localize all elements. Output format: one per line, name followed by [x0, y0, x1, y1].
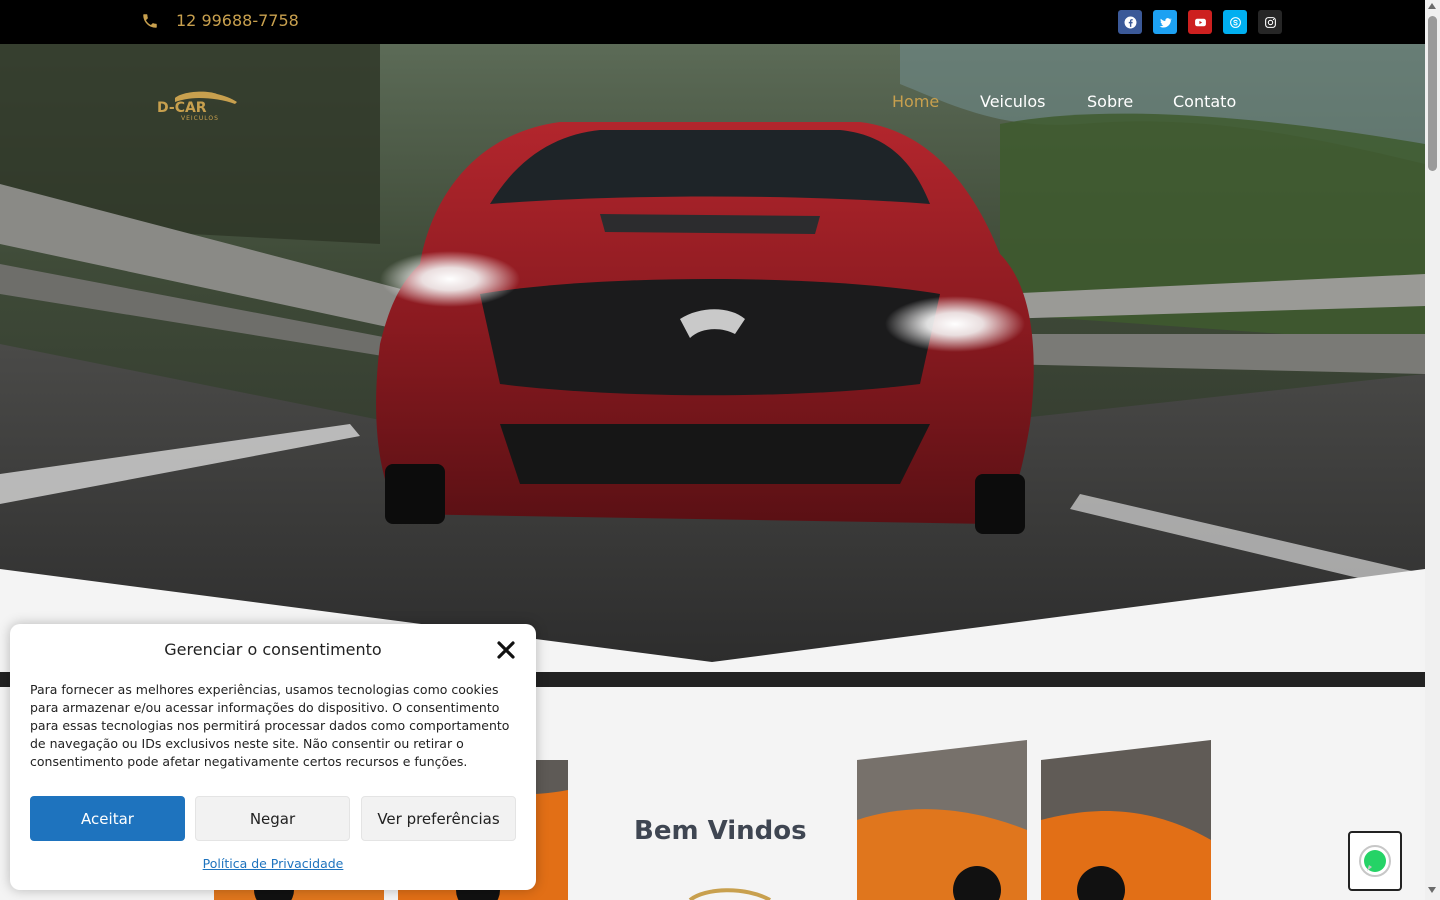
scroll-down-icon[interactable]	[1428, 887, 1436, 893]
dcar-logo[interactable]: D-CAR VEICULOS	[155, 88, 243, 122]
scroll-up-icon[interactable]	[1428, 3, 1436, 9]
twitter-icon[interactable]	[1153, 10, 1177, 34]
hero-banner: D-CAR VEICULOS Home Veiculos Sobre Conta…	[0, 44, 1425, 672]
phone-icon	[143, 14, 157, 28]
skype-icon[interactable]	[1223, 10, 1247, 34]
privacy-policy-link[interactable]: Política de Privacidade	[10, 856, 536, 871]
welcome-logo-mark	[688, 888, 771, 900]
youtube-icon[interactable]	[1188, 10, 1212, 34]
welcome-title: Bem Vindos	[634, 816, 807, 846]
car-panel-3	[857, 740, 1027, 900]
whatsapp-button[interactable]	[1348, 831, 1402, 891]
consent-title: Gerenciar o consentimento	[164, 640, 382, 659]
accept-button[interactable]: Aceitar	[30, 796, 185, 841]
instagram-icon[interactable]	[1258, 10, 1282, 34]
phone-number[interactable]: 12 99688-7758	[176, 11, 299, 30]
nav-contato[interactable]: Contato	[1173, 92, 1236, 111]
whatsapp-icon	[1359, 845, 1391, 877]
page-scrollbar[interactable]	[1425, 0, 1440, 900]
svg-text:D-CAR: D-CAR	[157, 100, 207, 116]
car-panel-4	[1041, 740, 1211, 900]
svg-text:VEICULOS: VEICULOS	[181, 115, 219, 122]
consent-modal: Gerenciar o consentimento Para fornecer …	[10, 624, 536, 890]
consent-body: Para fornecer as melhores experiências, …	[30, 682, 510, 769]
top-bar: 12 99688-7758	[0, 0, 1425, 44]
nav-sobre[interactable]: Sobre	[1087, 92, 1133, 111]
nav-veiculos[interactable]: Veiculos	[980, 92, 1046, 111]
hero-car-image	[0, 44, 1425, 672]
scroll-thumb[interactable]	[1428, 16, 1437, 171]
preferences-button[interactable]: Ver preferências	[361, 796, 516, 841]
close-icon[interactable]	[496, 640, 516, 660]
facebook-icon[interactable]	[1118, 10, 1142, 34]
deny-button[interactable]: Negar	[195, 796, 350, 841]
nav-home[interactable]: Home	[892, 92, 939, 111]
